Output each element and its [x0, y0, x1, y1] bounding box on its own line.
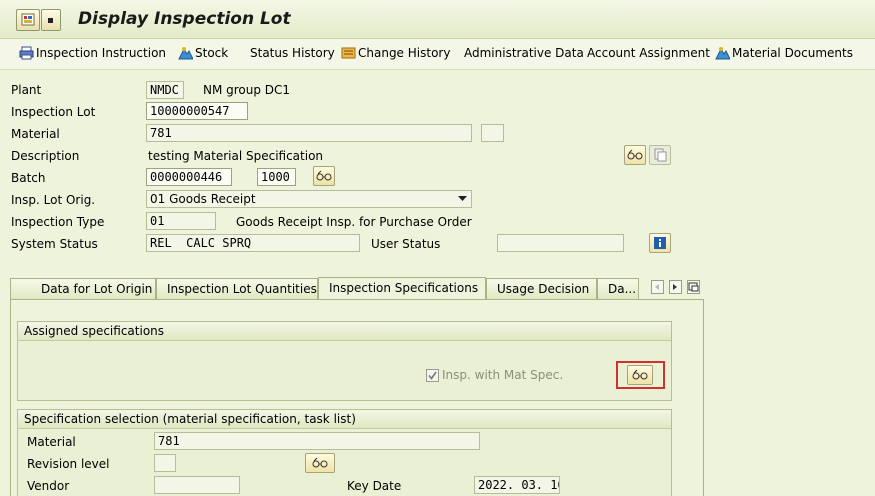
tab-usage-decision[interactable]: Usage Decision	[486, 278, 597, 299]
checkbox-label: Insp. with Mat Spec.	[442, 368, 564, 382]
toolbar-label: Status History	[250, 46, 335, 60]
change-history-button[interactable]: Change History	[341, 46, 450, 60]
description-text: testing Material Specification	[148, 149, 324, 163]
chevron-down-icon	[458, 196, 467, 201]
description-label: Description	[11, 149, 80, 163]
toolbar-label: Stock	[195, 46, 229, 60]
grid-menu-icon	[21, 13, 35, 26]
tab-label: Data for Lot Origin	[41, 282, 153, 296]
dropdown-button[interactable]	[41, 9, 61, 31]
system-status-label: System Status	[11, 237, 98, 251]
material-label: Material	[11, 127, 60, 141]
toolbar-label: Inspection Instruction	[36, 46, 167, 60]
batch-display-button[interactable]	[313, 166, 335, 186]
copy-button[interactable]	[649, 145, 671, 165]
material-field[interactable]: 781	[146, 124, 472, 142]
insp-lot-orig-value: 01 Goods Receipt	[150, 192, 256, 206]
user-status-label: User Status	[371, 237, 441, 251]
batch-plant-field[interactable]: 1000	[257, 168, 296, 186]
toolbar-label: Change History	[358, 46, 451, 60]
key-date-field[interactable]: 2022. 03. 10	[474, 476, 560, 494]
user-status-field[interactable]	[497, 234, 624, 252]
vendor-field[interactable]	[154, 476, 240, 494]
selection-material-label: Material	[27, 435, 76, 449]
toolbar-label: Material Documents	[732, 46, 853, 60]
info-button[interactable]	[649, 233, 671, 253]
menu-icon-button[interactable]	[16, 9, 40, 31]
tab-label: Inspection Lot Quantities	[167, 282, 317, 296]
chevron-left-icon	[655, 284, 659, 290]
batch-label: Batch	[11, 171, 46, 185]
system-status-field[interactable]: REL CALC SPRQ	[146, 234, 360, 252]
revision-level-field[interactable]	[154, 454, 176, 472]
toolbar-label: Account Assignment	[587, 46, 710, 60]
checkbox-checked-icon	[426, 368, 439, 382]
tab-scroll-left-button[interactable]	[651, 280, 664, 294]
plant-field[interactable]: NMDC	[146, 81, 184, 99]
glasses-icon	[632, 369, 648, 380]
display-specification-button[interactable]	[627, 365, 653, 385]
stock-button[interactable]: Stock	[178, 46, 228, 60]
tab-data-for-lot-origin[interactable]: Data for Lot Origin	[10, 278, 156, 299]
material-documents-icon	[715, 47, 730, 60]
group-title: Assigned specifications	[18, 322, 671, 341]
inspection-type-text: Goods Receipt Insp. for Purchase Order	[236, 215, 472, 229]
copy-icon	[654, 148, 667, 162]
key-date-label: Key Date	[347, 479, 402, 493]
glasses-icon	[316, 170, 332, 181]
tab-label: Usage Decision	[497, 282, 590, 296]
insp-lot-orig-select[interactable]: 01 Goods Receipt	[146, 190, 472, 208]
administrative-data-button[interactable]: Administrative Data	[464, 46, 584, 60]
glasses-icon	[627, 149, 643, 160]
vendor-label: Vendor	[27, 479, 70, 493]
selection-display-button[interactable]	[305, 453, 335, 473]
inspection-lot-field[interactable]: 10000000547	[146, 102, 248, 120]
group-title: Specification selection (material specif…	[18, 410, 671, 429]
tab-scroll-right-button[interactable]	[669, 280, 682, 294]
tab-data-more[interactable]: Da...	[597, 278, 639, 299]
inspection-type-label: Inspection Type	[11, 215, 105, 229]
page-title: Display Inspection Lot	[78, 9, 291, 29]
stock-icon	[178, 47, 193, 60]
plant-text: NM group DC1	[203, 83, 291, 97]
tab-label: Inspection Specifications	[329, 281, 479, 295]
revision-level-label: Revision level	[27, 457, 110, 471]
printer-icon	[19, 46, 34, 60]
tab-label: Da...	[608, 282, 637, 296]
toolbar-label: Administrative Data	[464, 46, 584, 60]
insp-with-mat-spec-checkbox[interactable]: Insp. with Mat Spec.	[426, 368, 563, 382]
material-extra-field[interactable]	[481, 124, 504, 142]
status-history-button[interactable]: Status History	[250, 46, 335, 60]
chevron-down-icon	[48, 18, 53, 23]
change-history-icon	[341, 47, 356, 59]
material-documents-button[interactable]: Material Documents	[715, 46, 853, 60]
assigned-specifications-group: Assigned specifications	[17, 321, 672, 401]
batch-field[interactable]: 0000000446	[146, 168, 232, 186]
account-assignment-button[interactable]: Account Assignment	[587, 46, 710, 60]
inspection-type-field[interactable]: 01	[146, 212, 216, 230]
selection-material-field[interactable]: 781	[154, 432, 480, 450]
tab-inspection-lot-quantities[interactable]: Inspection Lot Quantities	[156, 278, 318, 299]
tab-list-button[interactable]	[687, 280, 700, 294]
plant-label: Plant	[11, 83, 42, 97]
specification-selection-group: Specification selection (material specif…	[17, 409, 672, 496]
tab-list-icon	[688, 282, 699, 292]
chevron-right-icon	[673, 284, 677, 290]
tab-inspection-specifications[interactable]: Inspection Specifications	[318, 277, 486, 300]
inspection-instruction-button[interactable]: Inspection Instruction	[19, 46, 166, 60]
glasses-icon	[312, 457, 328, 468]
inspection-lot-label: Inspection Lot	[11, 105, 96, 119]
long-text-button[interactable]	[624, 145, 646, 165]
insp-lot-orig-label: Insp. Lot Orig.	[11, 193, 96, 207]
info-icon	[654, 237, 666, 249]
